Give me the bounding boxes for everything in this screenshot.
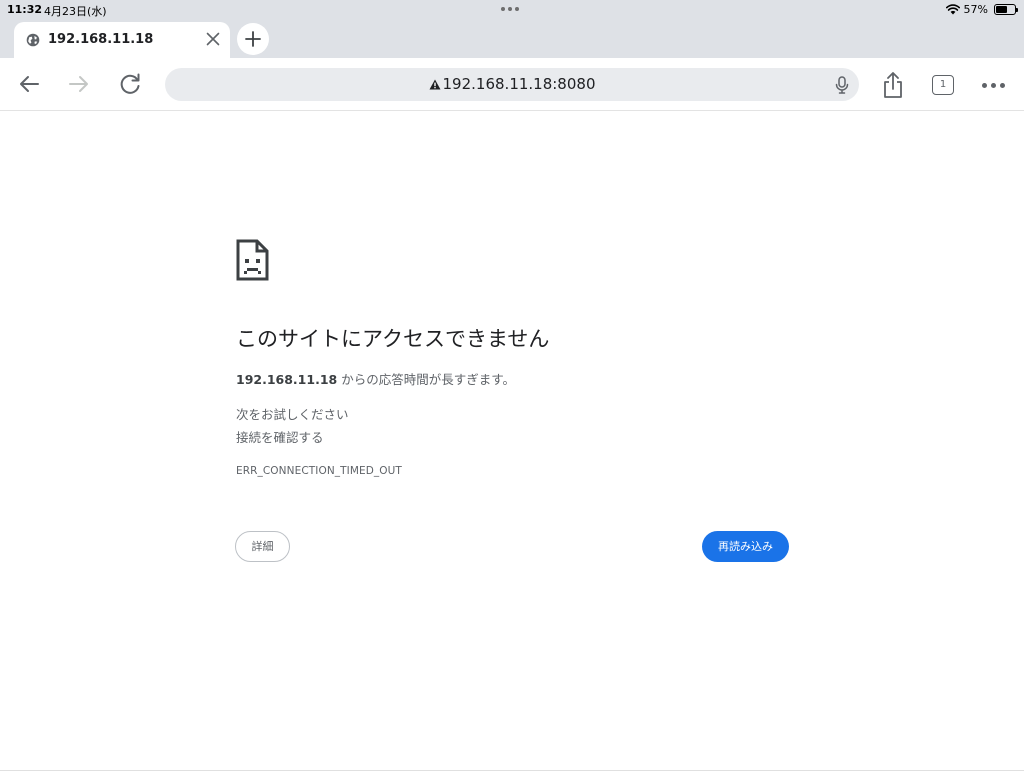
status-date: 4月23日(水) [44,5,107,18]
warning-icon[interactable] [429,79,441,90]
status-right: 57% [945,3,1018,16]
suggestion-item: 接続を確認する [236,430,324,445]
share-icon[interactable] [879,70,907,100]
address-bar[interactable]: 192.168.11.18:8080 [165,68,859,101]
details-button[interactable]: 詳細 [235,531,290,562]
error-message-text: からの応答時間が長すぎます。 [337,372,515,387]
status-bar: 11:32 4月23日(水) 57% [0,0,1024,20]
wifi-icon [945,4,960,15]
battery-icon [994,4,1018,15]
tab-switcher-button[interactable]: 1 [932,75,954,95]
battery-percent: 57% [963,3,988,16]
suggestions-heading: 次をお試しください [236,407,349,422]
address-url: 192.168.11.18:8080 [442,75,596,93]
globe-icon [26,33,40,47]
plus-icon [245,31,261,47]
back-icon[interactable] [16,71,42,97]
more-icon[interactable] [982,83,1005,88]
status-time: 11:32 [7,3,43,16]
reload-button[interactable]: 再読み込み [702,531,789,562]
forward-icon[interactable] [66,71,92,97]
tab-title: 192.168.11.18 [48,32,154,47]
tab-active[interactable]: 192.168.11.18 [14,22,230,58]
tab-strip: 192.168.11.18 [0,20,1024,58]
error-code: ERR_CONNECTION_TIMED_OUT [236,465,402,477]
bottom-divider [0,770,1024,771]
multitasking-dots[interactable] [501,7,519,11]
address-bar-url-wrap: 192.168.11.18:8080 [165,75,859,93]
sad-page-icon [236,239,269,281]
toolbar: 192.168.11.18:8080 1 [0,58,1024,111]
error-host: 192.168.11.18 [236,372,338,387]
mic-icon[interactable] [835,76,849,94]
close-tab-icon[interactable] [204,30,222,48]
error-message: 192.168.11.18 からの応答時間が長すぎます。 [236,369,515,388]
new-tab-button[interactable] [237,23,269,55]
error-heading: このサイトにアクセスできません [236,327,550,351]
reload-icon[interactable] [117,71,143,97]
